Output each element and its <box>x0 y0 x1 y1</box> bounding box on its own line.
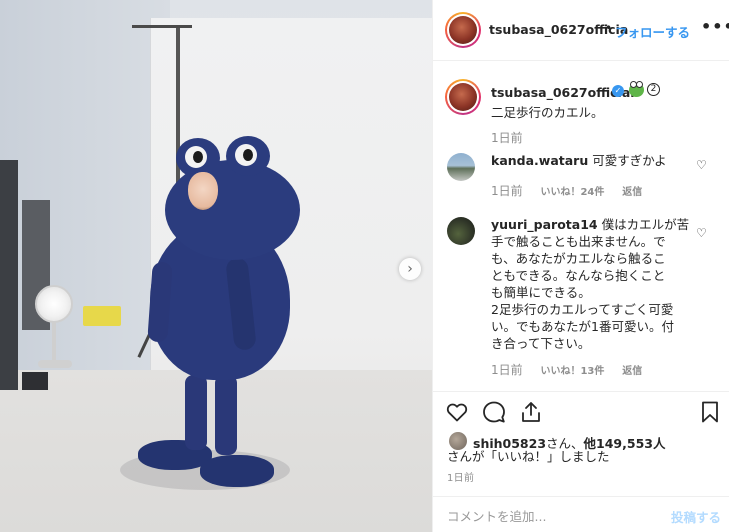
frog-leg-left <box>185 375 207 450</box>
avatar-image <box>449 83 477 111</box>
wearer-face <box>188 172 218 210</box>
commenter-avatar[interactable] <box>447 153 475 181</box>
add-comment-bar: 投稿する <box>433 496 729 532</box>
verified-badge-icon: ✓ <box>612 85 624 97</box>
comment-timestamp[interactable]: 1日前 <box>491 363 523 377</box>
commenter-avatar[interactable] <box>447 217 475 245</box>
post-photo[interactable]: › <box>0 0 432 532</box>
comment-timestamp[interactable]: 1日前 <box>491 184 523 198</box>
caption-timestamp[interactable]: 1日前 <box>491 129 523 146</box>
follow-button[interactable]: フォローする <box>615 22 690 41</box>
comment-likes-count[interactable]: いいね！24件 <box>540 187 604 198</box>
comment-text: kanda.wataru 可愛すぎかよ <box>491 152 667 169</box>
comment-meta: 1日前 いいね！13件 返信 <box>491 361 656 378</box>
comment-like-heart-icon[interactable]: ♡ <box>696 227 708 239</box>
comment-icon[interactable] <box>482 400 506 424</box>
comment-line: 僕はカエルが苦 <box>601 217 690 232</box>
more-horizontal-icon[interactable]: ••• <box>701 17 729 36</box>
comment-line: 手で触ることも出来ません。で <box>491 234 666 249</box>
comment-like-heart-icon[interactable]: ♡ <box>696 159 708 171</box>
comment-line: も、あなたがカエルなら触るこ <box>491 251 666 266</box>
post-comment-button[interactable]: 投稿する <box>671 507 721 526</box>
frog-costume <box>0 0 432 532</box>
caption-text: 二足歩行のカエル。 <box>491 105 604 120</box>
avatar-image <box>449 16 477 44</box>
frog-foot-right <box>200 455 274 487</box>
avatar[interactable] <box>445 12 481 48</box>
heart-icon[interactable] <box>445 400 469 424</box>
comment-text: yuuri_parota14 僕はカエルが苦 手で触ることも出来ません。で も、… <box>491 216 719 352</box>
comment-meta: 1日前 いいね！24件 返信 <box>491 182 656 199</box>
comment-reply-button[interactable]: 返信 <box>622 187 642 198</box>
likes-line: さんが「いいね！」しました <box>447 449 610 464</box>
comment-line: い。でもあなたが1番可愛い。付 <box>491 319 674 334</box>
avatar[interactable] <box>445 79 481 115</box>
bookmark-icon[interactable] <box>698 400 722 424</box>
comment-line: も簡単にできる。 <box>491 285 591 300</box>
action-bar <box>433 391 729 433</box>
frog-eye <box>235 144 257 166</box>
comment-likes-count[interactable]: いいね！13件 <box>540 366 604 377</box>
frog-eye <box>185 146 207 168</box>
comment-line: 2足歩行のカエルってすごく可愛 <box>491 302 674 317</box>
post-header: tsubasa_0627officia • フォローする ••• <box>433 0 729 61</box>
chevron-right-icon[interactable]: › <box>399 258 421 280</box>
frog-pupil <box>243 149 253 161</box>
comment-input[interactable] <box>447 507 657 525</box>
post-side-panel: tsubasa_0627officia • フォローする ••• tsubasa… <box>432 0 729 532</box>
comment-username[interactable]: yuuri_parota14 <box>491 217 598 232</box>
frog-leg-right <box>215 375 237 455</box>
post-timestamp[interactable]: 1日前 <box>447 469 474 484</box>
frog-emoji <box>629 81 644 97</box>
circled-number: 2 <box>647 83 660 96</box>
comment-username[interactable]: kanda.wataru <box>491 153 588 168</box>
frog-pupil <box>193 151 203 163</box>
comment-line: ともできる。なんなら抱くこと <box>491 268 666 283</box>
comment-body: 可愛すぎかよ <box>592 153 667 168</box>
frog-head <box>165 160 300 260</box>
comments-list: tsubasa_0627official ✓ 2 二足歩行のカエル。 1日前 k… <box>433 61 729 391</box>
separator-dot: • <box>605 21 613 35</box>
comment-line: き合って下さい。 <box>491 336 591 351</box>
comment-reply-button[interactable]: 返信 <box>622 366 642 377</box>
share-icon[interactable] <box>519 400 543 424</box>
